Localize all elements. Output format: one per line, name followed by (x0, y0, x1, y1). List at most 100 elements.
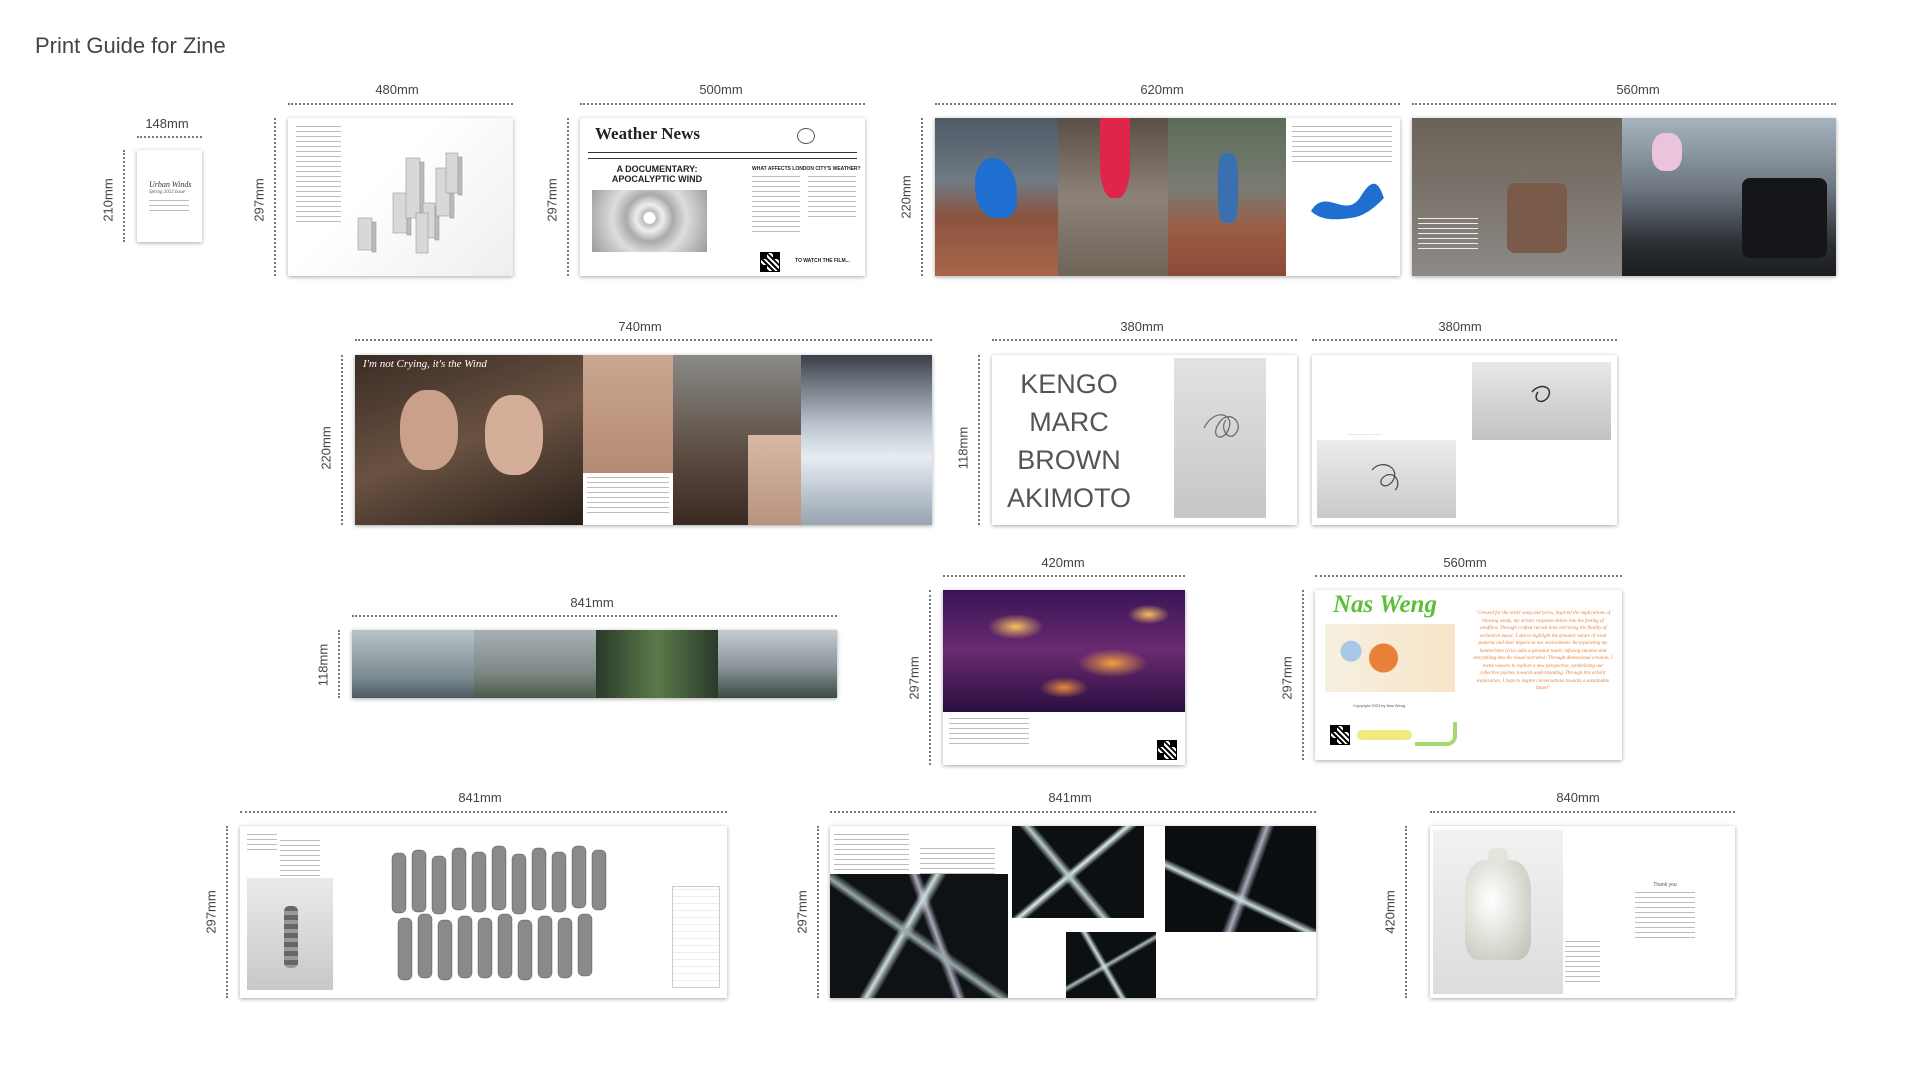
spread-height-label: 220mm (898, 175, 914, 219)
spread-width-label: 840mm (1556, 790, 1600, 805)
width-rule (830, 811, 1316, 813)
scribble-photo (1174, 358, 1266, 518)
text-block (834, 834, 909, 874)
spread-barbican[interactable] (1412, 118, 1836, 276)
spread-height-label: 118mm (315, 643, 331, 687)
spread-width-label: 560mm (1443, 555, 1487, 570)
height-rule (338, 630, 340, 698)
spread-width-label: 841mm (1048, 790, 1092, 805)
spread-width-label: 380mm (1438, 319, 1482, 334)
spread-height-label: 118mm (955, 426, 971, 470)
photo-plastic-veil (801, 355, 932, 525)
spread-height-label: 297mm (906, 656, 922, 700)
height-rule (1405, 826, 1407, 998)
weather-cta: TO WATCH THE FILM... (795, 258, 850, 264)
windmill-photo (592, 190, 707, 252)
spread-height-label: 297mm (251, 178, 267, 222)
spread-width-label: 841mm (458, 790, 502, 805)
kengo-name-block: KENGO MARC BROWN AKIMOTO (1004, 365, 1134, 517)
spread-weather-news[interactable]: Weather News A DOCUMENTARY: APOCALYPTIC … (580, 118, 865, 276)
text-block (949, 718, 1029, 746)
weather-headline: A DOCUMENTARY: APOCALYPTIC WIND (611, 164, 703, 184)
spread-blue-wind[interactable] (935, 118, 1400, 276)
spread-width-label: 148mm (145, 116, 189, 131)
spread-xray-plastic[interactable] (830, 826, 1316, 998)
spread-height-label: 210mm (100, 178, 116, 222)
width-rule (935, 103, 1400, 105)
text-block (583, 473, 673, 525)
height-rule (1302, 590, 1304, 760)
height-rule (817, 826, 819, 998)
text-block (149, 200, 189, 214)
divider (588, 158, 857, 159)
height-rule (978, 355, 980, 525)
stone-figures-illustration (391, 845, 607, 981)
spread-height-label: 297mm (544, 178, 560, 222)
page-title: Print Guide for Zine (35, 33, 226, 58)
spread-width-label: 841mm (570, 595, 614, 610)
text-block (1565, 941, 1600, 986)
nas-title: Nas Weng (1333, 591, 1437, 618)
spread-cover[interactable]: Urban Winds Spring 2023 Issue (137, 150, 202, 242)
name-line: KENGO (1020, 369, 1118, 399)
width-rule (137, 136, 202, 138)
width-rule (288, 103, 513, 105)
width-rule (1430, 811, 1735, 813)
spread-width-label: 620mm (1140, 82, 1184, 97)
qr-code (760, 252, 780, 272)
spread-bag[interactable]: Thank you (1430, 826, 1735, 998)
photo-barbican-tower (1412, 118, 1622, 276)
text-block (808, 176, 856, 221)
scribble-photo-top (1472, 362, 1611, 440)
spread-scribbles[interactable]: ····················· (1312, 355, 1617, 525)
width-rule (240, 811, 727, 813)
spread-nas-weng[interactable]: Nas Weng Copyright 2023 by Nas Weng "Cre… (1315, 590, 1622, 760)
thank-you-text: Thank you (1653, 882, 1677, 888)
spread-height-label: 297mm (794, 890, 810, 934)
qr-code (1330, 725, 1350, 745)
height-rule (929, 590, 931, 765)
scribble-photo-bottom (1317, 440, 1456, 518)
height-rule (274, 118, 276, 276)
spread-height-label: 220mm (318, 426, 334, 470)
spread-kengo[interactable]: KENGO MARC BROWN AKIMOTO (992, 355, 1297, 525)
spread-width-label: 560mm (1616, 82, 1660, 97)
divider (588, 152, 857, 153)
weather-subhead: WHAT AFFECTS LONDON CITY'S WEATHER? (752, 166, 861, 172)
xray-plastic-photo (1066, 932, 1156, 998)
spread-width-label: 480mm (375, 82, 419, 97)
name-line: BROWN (1017, 445, 1121, 475)
height-rule (341, 355, 343, 525)
photo-blue-figure (935, 118, 1058, 276)
width-rule (1312, 339, 1617, 341)
nas-copyright: Copyright 2023 by Nas Weng (1353, 703, 1406, 708)
photo-blue-coat (1168, 118, 1286, 276)
yellow-stroke (1357, 730, 1412, 740)
text-block (752, 176, 800, 236)
width-rule (355, 339, 932, 341)
spread-sculpture[interactable] (288, 118, 513, 276)
spread-width-label: 740mm (618, 319, 662, 334)
width-rule (580, 103, 865, 105)
text-block (247, 834, 277, 854)
name-line: AKIMOTO (1006, 483, 1132, 513)
weather-masthead: Weather News (595, 124, 700, 143)
spread-stone-figures[interactable] (240, 826, 727, 998)
spread-crying-wind[interactable]: I'm not Crying, it's the Wind (355, 355, 932, 525)
cover-title: Urban Winds (149, 180, 192, 189)
cover-subtitle: Spring 2023 Issue (149, 190, 186, 195)
text-page (1286, 118, 1400, 276)
photo-rain-road (474, 630, 596, 698)
xray-plastic-photo (1012, 826, 1144, 918)
height-rule (123, 150, 125, 242)
width-rule (352, 615, 837, 617)
spread-heatmap[interactable] (943, 590, 1185, 765)
photo-pink-dress (1622, 118, 1836, 276)
wind-heatmap-image (943, 590, 1185, 712)
width-rule (1315, 575, 1622, 577)
spread-rain-strip[interactable] (352, 630, 837, 698)
height-rule (567, 118, 569, 276)
name-line: MARC (1029, 407, 1109, 437)
caption: ····················· (1347, 432, 1382, 438)
towers-illustration (357, 152, 463, 254)
